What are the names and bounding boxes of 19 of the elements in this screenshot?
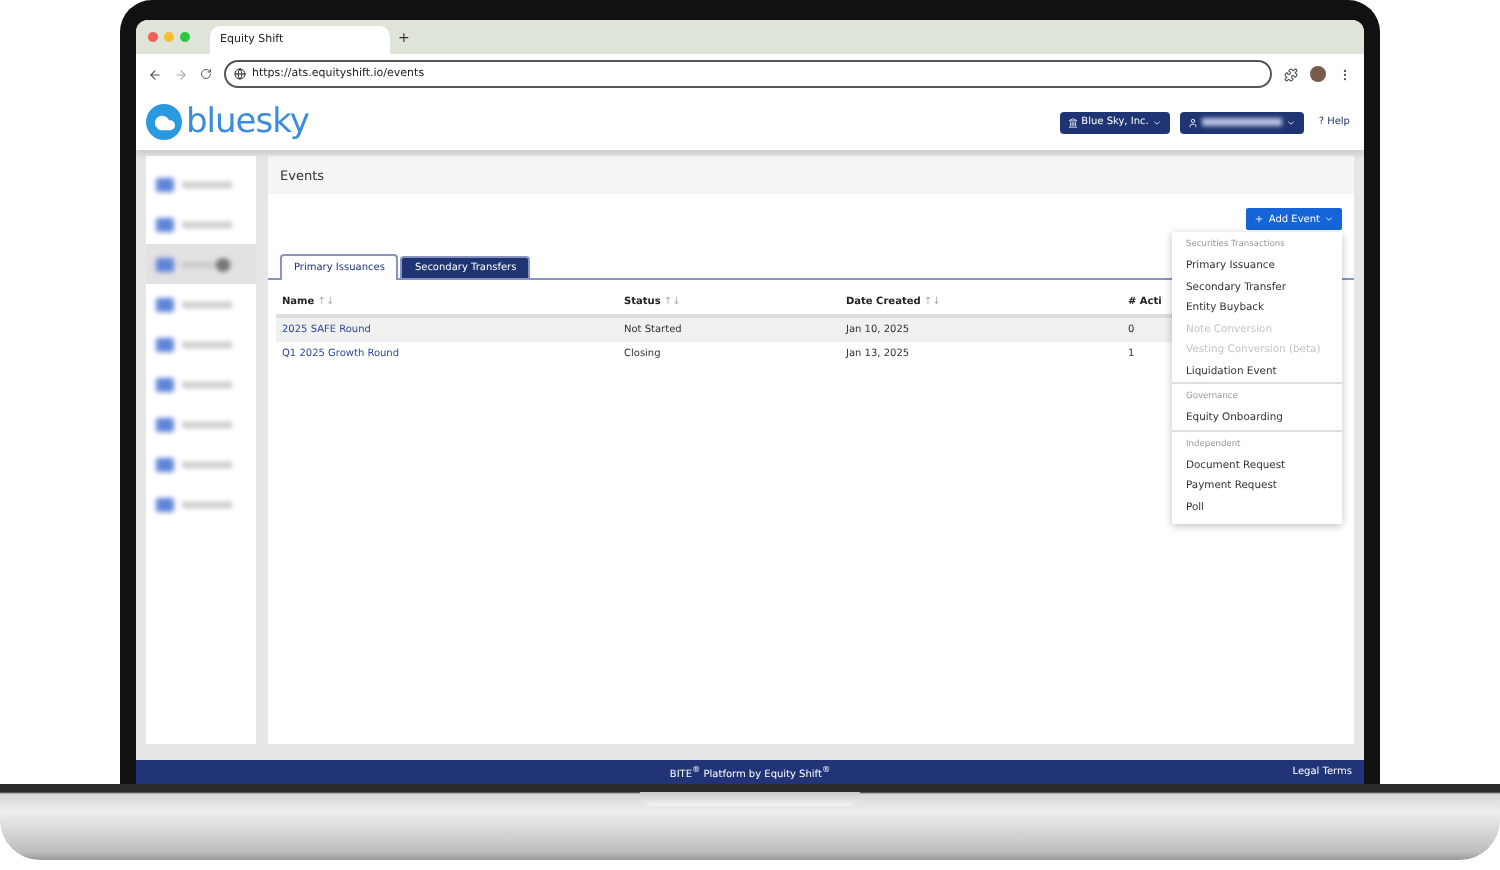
profile-avatar[interactable] — [1310, 66, 1326, 82]
extensions-icon[interactable] — [1284, 67, 1298, 81]
globe-icon — [234, 68, 246, 80]
blurred-sidebar-item[interactable] — [146, 244, 256, 284]
user-button[interactable] — [1180, 111, 1305, 133]
back-icon[interactable] — [148, 67, 162, 81]
caret-icon — [1286, 117, 1297, 127]
maximize-window-icon[interactable] — [180, 32, 190, 42]
close-window-icon[interactable] — [148, 32, 158, 42]
caret-icon — [1152, 117, 1163, 127]
forward-icon[interactable] — [174, 67, 188, 81]
logo-text: bluesky — [186, 102, 309, 142]
cloud-logo-icon — [146, 104, 182, 140]
user-icon — [1188, 117, 1199, 127]
menu-icon[interactable] — [1338, 67, 1352, 81]
bank-icon — [1067, 117, 1078, 127]
caret-icon — [1324, 214, 1334, 224]
reload-icon[interactable] — [200, 68, 212, 80]
plus-icon — [1254, 214, 1265, 224]
